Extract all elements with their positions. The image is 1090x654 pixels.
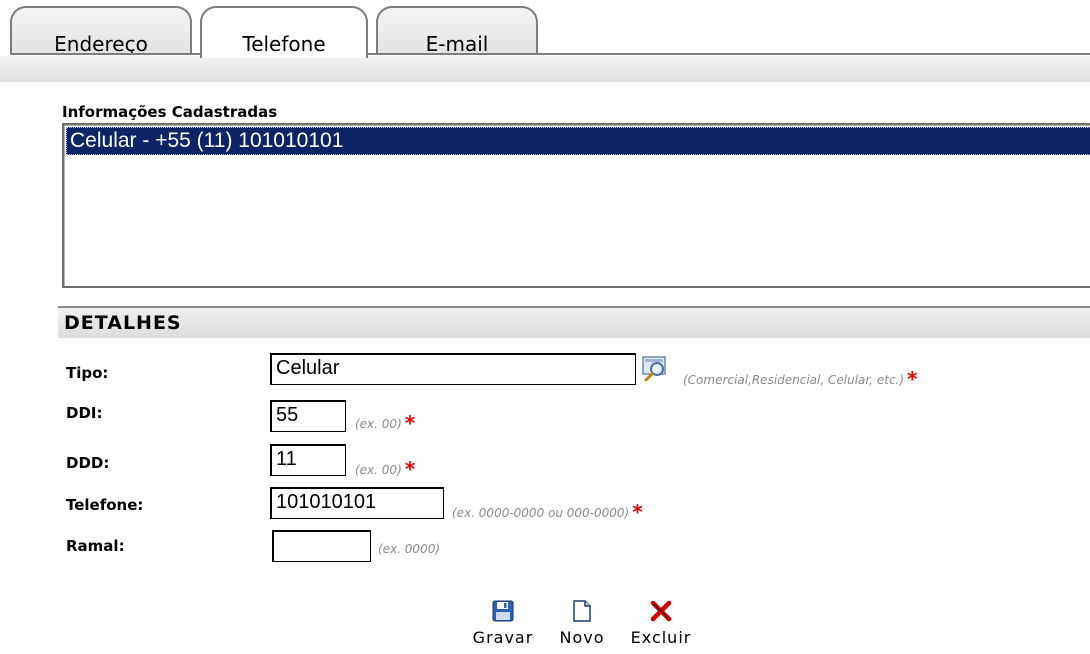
ddd-hint: (ex. 00) * xyxy=(355,457,416,481)
new-document-icon xyxy=(573,600,591,622)
ddi-hint: (ex. 00) * xyxy=(355,411,416,435)
tipo-hint: (Comercial,Residencial, Celular, etc.) * xyxy=(683,367,918,391)
ddd-label: DDD: xyxy=(66,454,110,472)
save-button[interactable]: Gravar xyxy=(466,600,540,647)
ramal-field[interactable] xyxy=(272,530,371,562)
telefone-label: Telefone: xyxy=(66,496,144,514)
delete-button[interactable]: Excluir xyxy=(624,600,698,647)
tab-endereco[interactable]: Endereço xyxy=(10,6,192,56)
tipo-required-mark: * xyxy=(907,367,918,391)
ramal-label: Ramal: xyxy=(66,537,125,555)
delete-label: Excluir xyxy=(630,628,692,647)
tipo-field[interactable]: Celular xyxy=(270,353,636,385)
delete-x-icon xyxy=(650,600,672,622)
telefone-field[interactable]: 101010101 xyxy=(270,487,444,519)
details-section-header: DETALHES xyxy=(58,306,1090,338)
list-item[interactable]: Celular - +55 (11) 101010101 xyxy=(66,127,1090,155)
new-button[interactable]: Novo xyxy=(554,600,610,647)
ddi-field[interactable]: 55 xyxy=(270,400,346,432)
tipo-label: Tipo: xyxy=(66,364,109,382)
tab-telefone-label: Telefone xyxy=(242,32,326,56)
telefone-required-mark: * xyxy=(632,500,643,524)
lookup-magnifier-icon[interactable] xyxy=(642,355,670,383)
tab-telefone[interactable]: Telefone xyxy=(200,6,368,58)
telefone-hint: (ex. 0000-0000 ou 000-0000) * xyxy=(452,500,643,524)
floppy-disk-icon xyxy=(492,600,514,622)
ddd-field[interactable]: 11 xyxy=(270,444,346,476)
ddd-required-mark: * xyxy=(404,457,416,481)
ddi-required-mark: * xyxy=(404,411,416,435)
registered-info-label: Informações Cadastradas xyxy=(62,103,278,121)
registered-phones-listbox[interactable]: Celular - +55 (11) 101010101 xyxy=(62,123,1090,288)
ddi-label: DDI: xyxy=(66,404,103,422)
new-label: Novo xyxy=(559,628,605,647)
tab-divider xyxy=(10,53,1090,55)
tab-band xyxy=(0,56,1090,82)
save-label: Gravar xyxy=(472,628,534,647)
tab-email[interactable]: E-mail xyxy=(376,6,538,56)
ramal-hint: (ex. 0000) xyxy=(378,542,441,556)
